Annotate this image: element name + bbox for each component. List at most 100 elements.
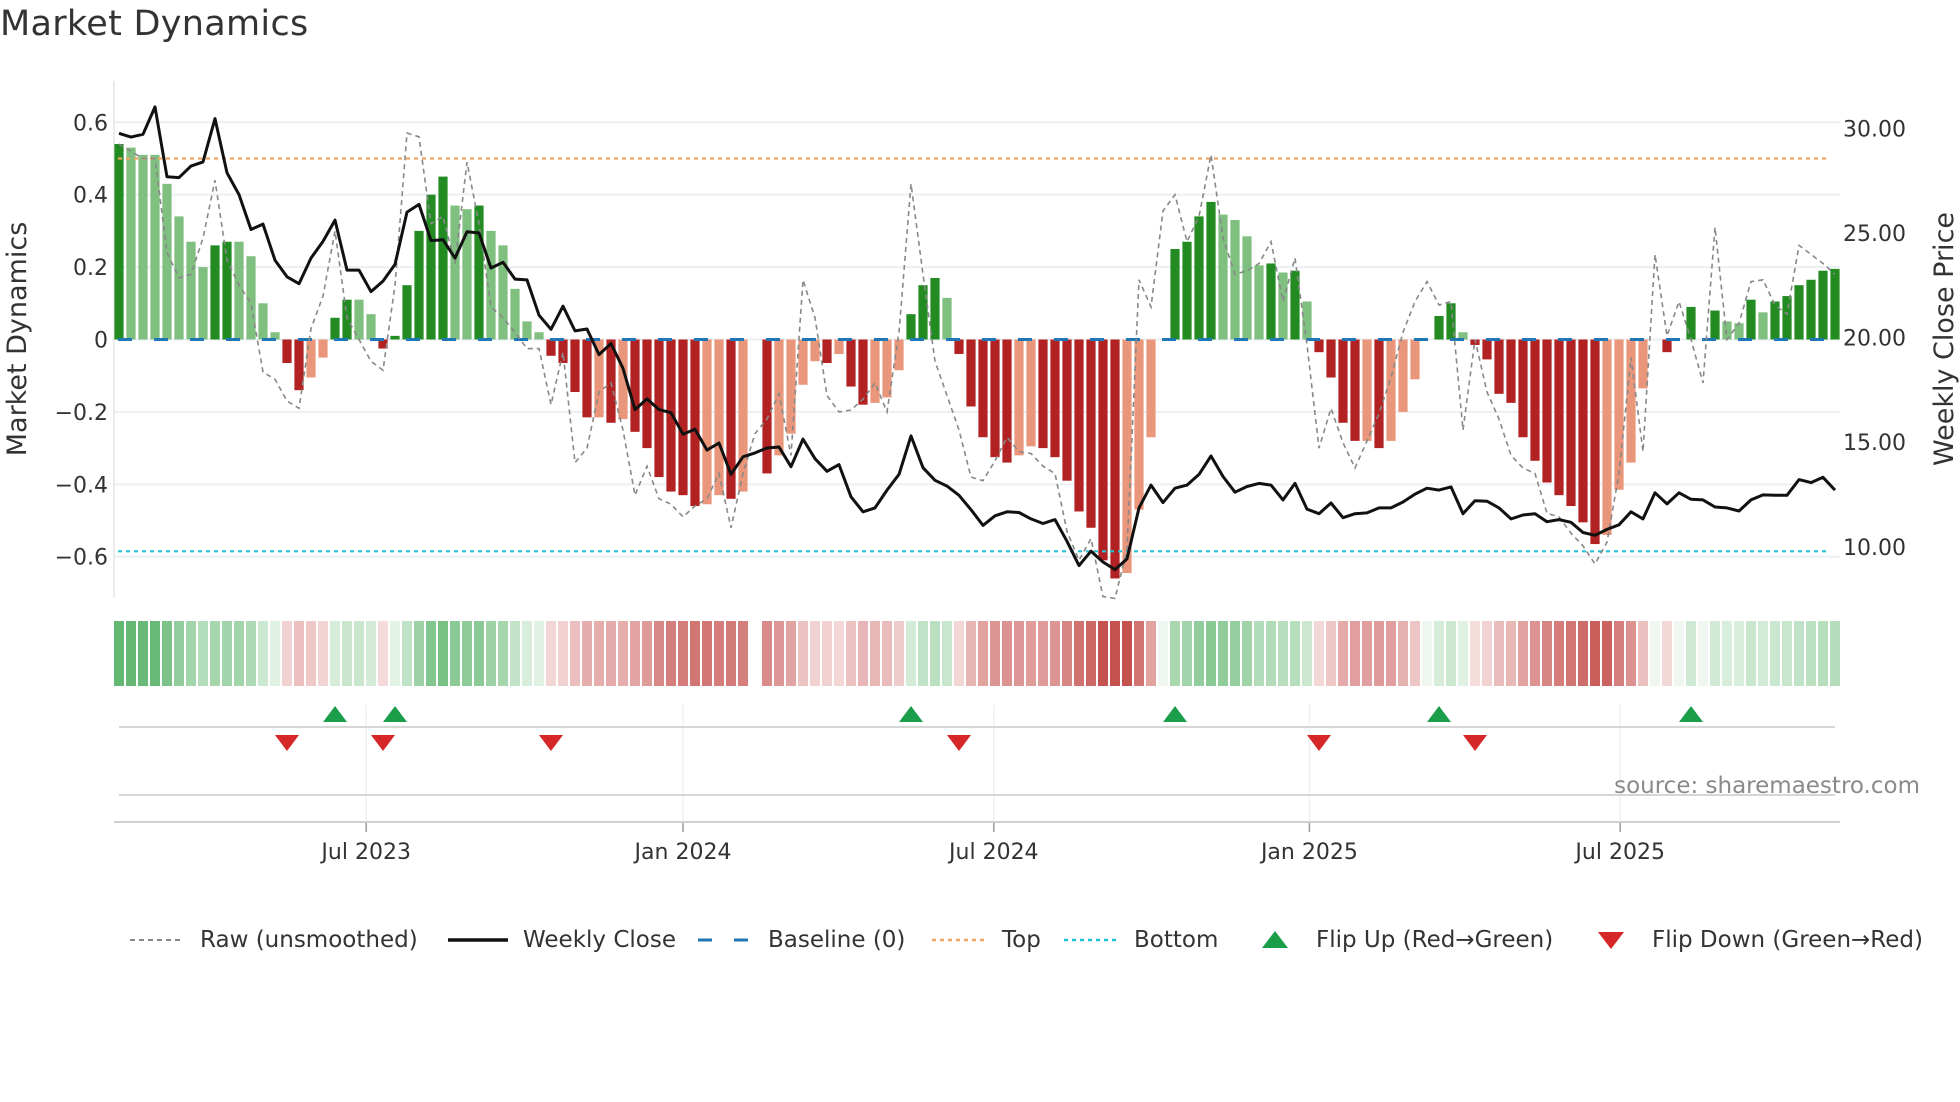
strip-cell bbox=[990, 621, 1000, 686]
positive-bar bbox=[510, 288, 520, 340]
positive-bar bbox=[1230, 220, 1240, 340]
negative-bar bbox=[1602, 339, 1612, 536]
strip-cell bbox=[1050, 621, 1060, 686]
positive-bar bbox=[1218, 214, 1228, 340]
flip-panel: Jul 2023 Jan 2024 Jul 2024 Jan 2025 Jul 2025 bbox=[114, 705, 1840, 865]
negative-bar bbox=[1014, 339, 1024, 456]
strip-cell bbox=[258, 621, 268, 686]
legend-label: Top bbox=[1002, 927, 1041, 953]
negative-bar bbox=[858, 339, 868, 405]
strip-cell bbox=[1134, 621, 1144, 686]
strip-cell bbox=[558, 621, 568, 686]
positive-bar bbox=[330, 317, 340, 340]
strip-cell bbox=[1578, 621, 1588, 686]
strip-cell bbox=[1674, 621, 1684, 686]
legend-label: Baseline (0) bbox=[768, 927, 906, 953]
strip-cell bbox=[114, 621, 124, 686]
strip-cell bbox=[1458, 621, 1468, 686]
negative-bar bbox=[678, 339, 688, 496]
strip-cell bbox=[1626, 621, 1636, 686]
dynamics-bars bbox=[114, 143, 1840, 579]
negative-bar bbox=[1494, 339, 1504, 394]
strip-cell bbox=[1722, 621, 1732, 686]
dashed-gray-line-icon bbox=[130, 939, 184, 941]
positive-bar bbox=[1794, 285, 1804, 340]
legend-weekly-close: Weekly Close bbox=[447, 922, 676, 958]
negative-bar bbox=[1038, 339, 1048, 449]
negative-bar bbox=[1398, 339, 1408, 412]
positive-bar bbox=[138, 154, 148, 340]
strip-cell bbox=[1038, 621, 1048, 686]
strip-cell bbox=[150, 621, 160, 686]
strip-cell bbox=[1782, 621, 1792, 686]
positive-bar bbox=[342, 299, 352, 340]
y-tick-label: −0.4 bbox=[55, 473, 108, 498]
positive-bar bbox=[438, 176, 448, 340]
strip-cell bbox=[1818, 621, 1828, 686]
strip-cell bbox=[1422, 621, 1432, 686]
strip-cell bbox=[486, 621, 496, 686]
strip-cell bbox=[234, 621, 244, 686]
negative-bar bbox=[1614, 339, 1624, 490]
legend-bottom: Bottom bbox=[1062, 922, 1218, 958]
negative-bar bbox=[282, 339, 292, 364]
strip-cell bbox=[1614, 621, 1624, 686]
negative-bar bbox=[1410, 339, 1420, 380]
flip-down-icon bbox=[1307, 735, 1331, 751]
negative-bar bbox=[1662, 339, 1672, 353]
strip-cell bbox=[630, 621, 640, 686]
y-tick-label: −0.6 bbox=[55, 546, 108, 571]
legend-flip-down: Flip Down (Green→Red) bbox=[1594, 922, 1923, 958]
strip-cell bbox=[1122, 621, 1132, 686]
strip-cell bbox=[738, 621, 748, 686]
strip-cell bbox=[402, 621, 412, 686]
strip-cell bbox=[642, 621, 652, 686]
strip-cell bbox=[534, 621, 544, 686]
strip-cell bbox=[1386, 621, 1396, 686]
strip-cell bbox=[894, 621, 904, 686]
positive-bar bbox=[1746, 299, 1756, 340]
strip-cell bbox=[1734, 621, 1744, 686]
positive-bar bbox=[1830, 268, 1840, 340]
positive-bar bbox=[930, 277, 940, 340]
strip-cell bbox=[1158, 621, 1168, 686]
strip-cell bbox=[762, 621, 772, 686]
strip-cell bbox=[1374, 621, 1384, 686]
strip-cell bbox=[1542, 621, 1552, 686]
negative-bar bbox=[1326, 339, 1336, 378]
strip-cell bbox=[1650, 621, 1660, 686]
negative-bar bbox=[1542, 339, 1552, 483]
positive-bar bbox=[222, 241, 232, 340]
strip-cell bbox=[666, 621, 676, 686]
negative-bar bbox=[846, 339, 856, 387]
strip-cell bbox=[1506, 621, 1516, 686]
negative-bar bbox=[630, 339, 640, 432]
strip-cell bbox=[1242, 621, 1252, 686]
positive-bar bbox=[918, 285, 928, 340]
flip-down-icon bbox=[539, 735, 563, 751]
strip-cell bbox=[1254, 621, 1264, 686]
strip-cell bbox=[1362, 621, 1372, 686]
positive-bar bbox=[522, 321, 532, 340]
strip-cell bbox=[138, 621, 148, 686]
strip-cell bbox=[318, 621, 328, 686]
y-tick-label: 0 bbox=[94, 329, 108, 354]
strip-cell bbox=[810, 621, 820, 686]
strip-cell bbox=[1026, 621, 1036, 686]
negative-bar bbox=[1134, 339, 1144, 510]
strip-cell bbox=[390, 621, 400, 686]
y2-tick-label: 20.00 bbox=[1843, 327, 1906, 352]
strip-cell bbox=[1446, 621, 1456, 686]
strip-cell bbox=[342, 621, 352, 686]
strip-cell bbox=[1086, 621, 1096, 686]
legend-label: Bottom bbox=[1134, 927, 1219, 953]
negative-bar bbox=[582, 339, 592, 418]
strip-cell bbox=[978, 621, 988, 686]
positive-bar bbox=[474, 205, 484, 340]
flip-down-icon bbox=[275, 735, 299, 751]
negative-bar bbox=[702, 339, 712, 505]
negative-bar bbox=[822, 339, 832, 364]
legend-label: Raw (unsmoothed) bbox=[200, 927, 418, 953]
positive-bar bbox=[1758, 312, 1768, 340]
flip-up-icon bbox=[383, 706, 407, 722]
